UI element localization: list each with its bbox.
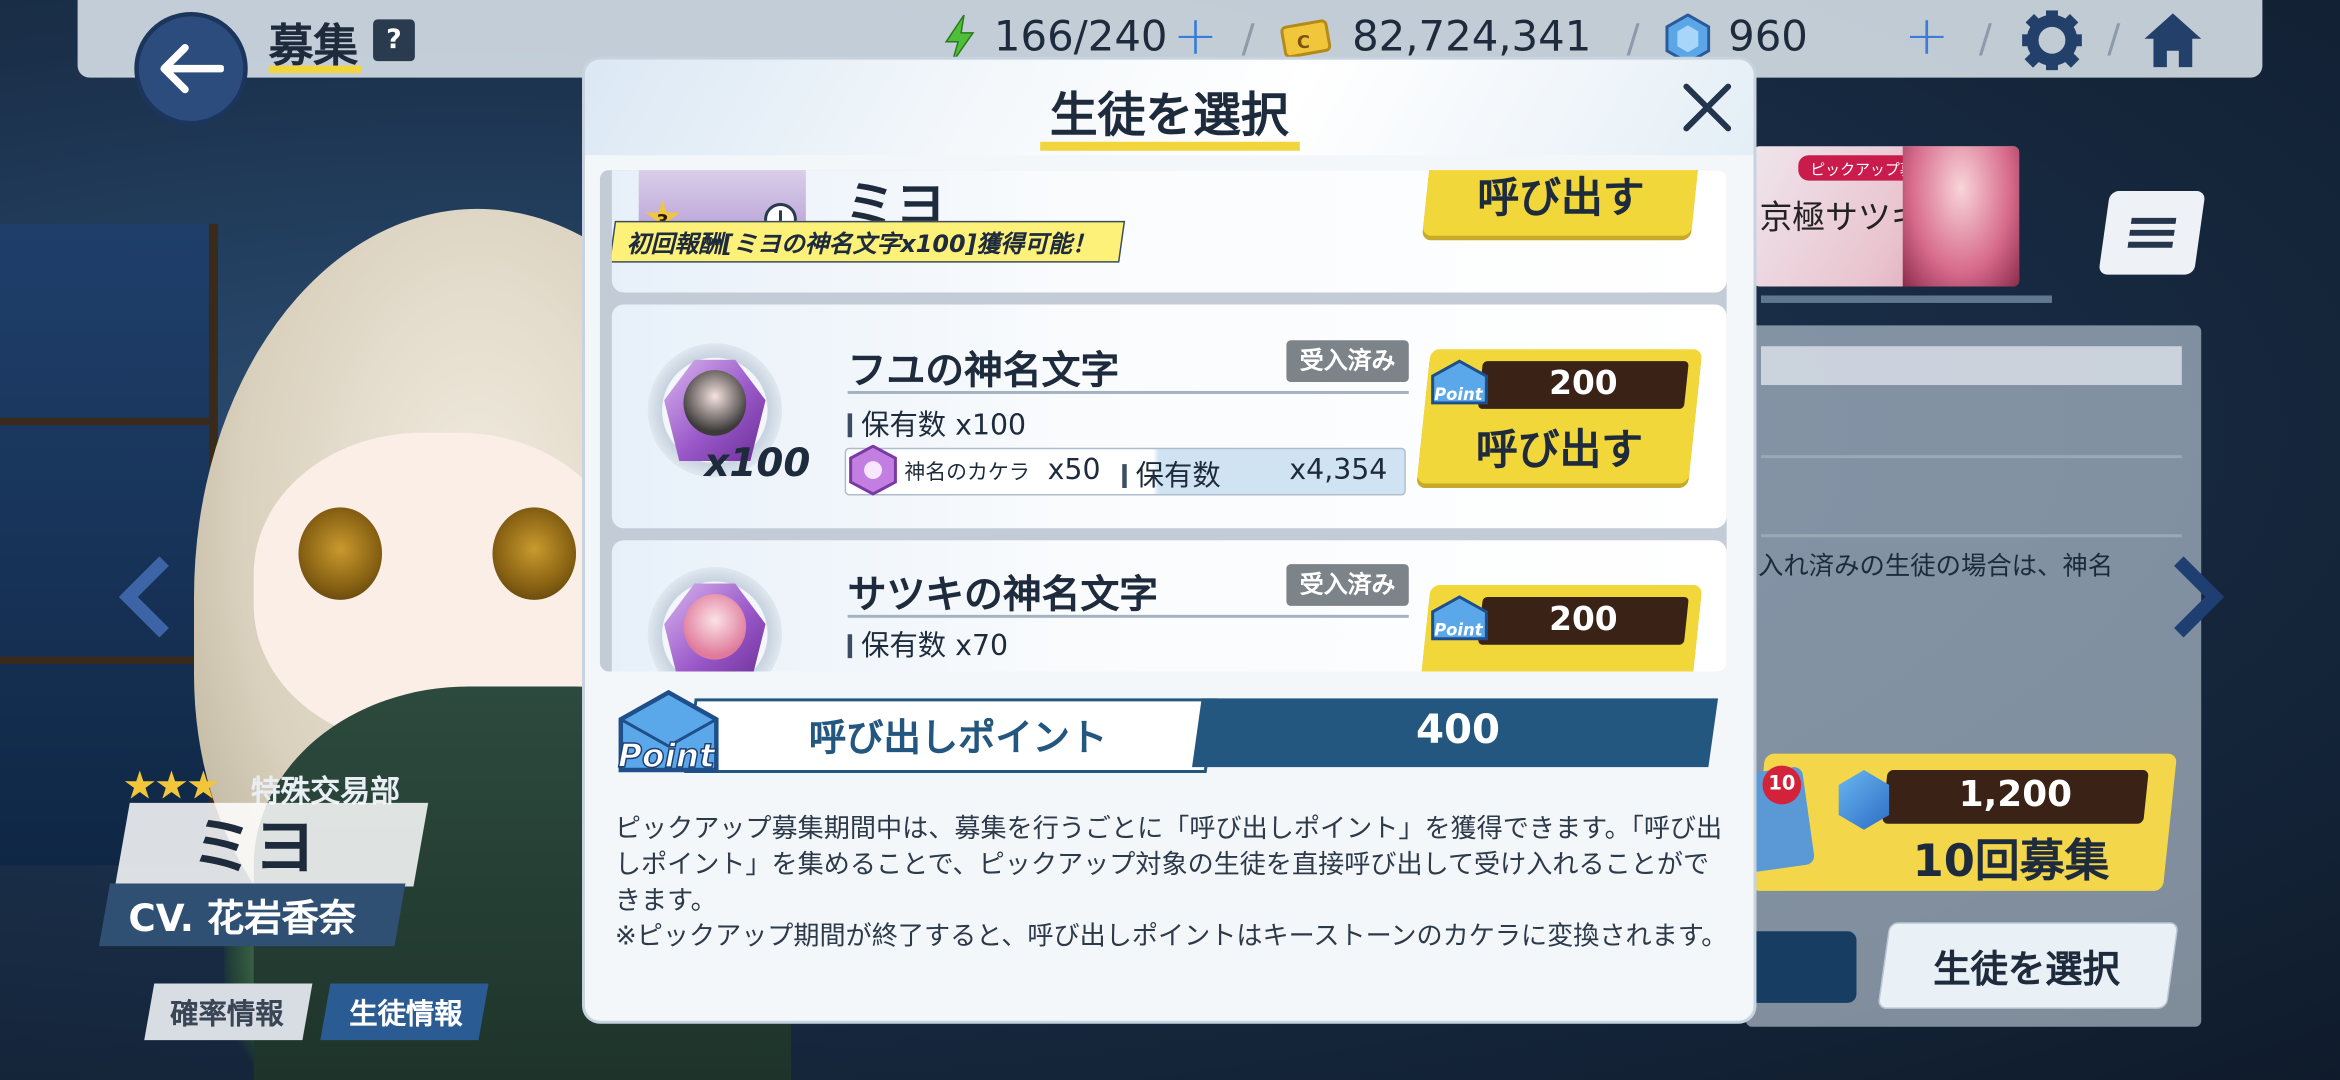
ap-add-button[interactable]: +	[1173, 6, 1218, 67]
student-card-miyo: 3 ミヨ 初回報酬[ミヨの神名文字x100]獲得可能！ 呼び出す	[611, 170, 1727, 293]
credit-coin-icon: C	[1280, 19, 1332, 59]
modal-title: 生徒を選択	[1049, 86, 1289, 144]
owned-count: 保有数 x70	[847, 624, 1008, 664]
ten-pull-label: 10回募集	[1912, 835, 2110, 888]
pyroxene-gem-icon	[1665, 13, 1711, 65]
description-paragraph: ピックアップ募集期間中は、募集を行うごとに「呼び出しポイント」を獲得できます。「…	[614, 814, 1723, 917]
fragment-owned-label: 保有数	[1122, 454, 1221, 494]
point-envelope-icon: Point	[1431, 359, 1488, 405]
divider: /	[1626, 17, 1640, 63]
info-divider	[1760, 455, 2182, 459]
status-badge: 受入済み	[1286, 564, 1409, 606]
help-button[interactable]: ?	[373, 19, 415, 62]
ticket-count-badge: 10	[1762, 765, 1802, 805]
character-eye-left	[298, 507, 383, 600]
fragment-owned-count: x4,354	[1289, 453, 1388, 487]
student-card-satsuki: サツキの神名文字 受入済み 保有数 x70 200 Point	[611, 540, 1727, 672]
point-icon-label: Point	[618, 737, 716, 775]
home-icon[interactable]	[2140, 9, 2206, 72]
point-icon-label: Point	[1434, 385, 1484, 404]
banner-scroll-indicator	[1760, 295, 2052, 303]
divider: /	[2107, 17, 2121, 63]
pyroxene-add-button[interactable]: +	[1904, 6, 1949, 67]
modal-title-underline	[1040, 141, 1300, 151]
eleph-fragment-icon	[849, 444, 897, 496]
menu-icon	[2127, 217, 2177, 248]
description: ピックアップ募集期間中は、募集を行うごとに「呼び出しポイント」を獲得できます。「…	[615, 812, 1728, 955]
menu-button[interactable]	[2098, 191, 2206, 275]
point-price: 200	[1549, 601, 1618, 639]
close-icon[interactable]	[1677, 78, 1737, 138]
select-student-label: 生徒を選択	[1933, 947, 2120, 991]
divider-line	[847, 390, 1409, 394]
owned-count: 保有数 x100	[847, 403, 1026, 443]
first-reward-text: 初回報酬[ミヨの神名文字x100]獲得可能！	[626, 229, 1096, 259]
description-note: ※ピックアップ期間が終了すると、呼び出しポイントはキーストーンのカケラに変換され…	[614, 922, 1728, 953]
points-value: 400	[1415, 707, 1501, 754]
credit-counter: 82,724,341	[1352, 11, 1592, 62]
summon-label: 呼び出す	[1475, 425, 1644, 475]
student-card-fuyu: x100 フユの神名文字 受入済み 保有数 x100 神名のカケラ x50 保有…	[611, 304, 1727, 529]
single-pull-button[interactable]	[1749, 931, 1857, 1003]
info-panel-stripe	[1760, 346, 2182, 386]
character-eye-right	[492, 507, 577, 600]
fragment-label: 神名のカケラ	[904, 461, 1030, 486]
voice-actor: CV. 花岩香奈	[128, 896, 357, 941]
summon-label: 呼び出す	[1477, 173, 1645, 223]
back-arrow-icon	[160, 44, 224, 94]
info-notice-text: 入れ済みの生徒の場合は、神名	[1757, 552, 2114, 583]
divider: /	[1241, 17, 1255, 63]
character-name: ミヨ	[191, 810, 317, 884]
svg-text:C: C	[1297, 32, 1310, 53]
select-student-modal: 生徒を選択 3 ミヨ 初回報酬[ミヨの神名文字x100]獲得可能！ 呼び出す	[585, 59, 1754, 1021]
point-icon-label: Point	[1434, 621, 1484, 640]
point-price: 200	[1549, 365, 1618, 403]
banner-character-image	[1902, 146, 2020, 287]
back-button[interactable]	[134, 11, 248, 126]
point-envelope-icon: Point	[1431, 595, 1488, 641]
eleph-quantity: x100	[704, 441, 811, 487]
divider-line	[847, 614, 1409, 618]
info-divider	[1760, 534, 2182, 538]
eleph-name: フユの神名文字	[847, 349, 1120, 394]
eleph-portrait	[647, 567, 782, 672]
next-banner-arrow-icon[interactable]	[2167, 552, 2227, 664]
prev-banner-arrow-icon[interactable]	[116, 552, 176, 664]
status-badge: 受入済み	[1286, 340, 1409, 383]
student-list[interactable]: 3 ミヨ 初回報酬[ミヨの神名文字x100]獲得可能！ 呼び出す x100 フユ	[599, 170, 1727, 672]
tab-probability-label: 確率情報	[170, 998, 284, 1032]
fragment-cost: x50	[1047, 453, 1101, 487]
ten-pull-price: 1,200	[1958, 773, 2073, 815]
points-label: 呼び出しポイント	[808, 716, 1108, 760]
tab-student-info-label: 生徒情報	[349, 998, 463, 1032]
game-screen: 入れ済みの生徒の場合は、神名 ピックアップ募集 京極サツキは諦めない 1,200…	[0, 0, 2340, 1080]
eleph-name: サツキの神名文字	[847, 573, 1159, 618]
divider: /	[1978, 17, 1992, 63]
ap-counter: 166/240	[993, 11, 1168, 62]
eleph-character-face	[683, 370, 747, 436]
page-title-underline	[268, 65, 362, 74]
eleph-character-face	[683, 593, 747, 660]
pickup-banner[interactable]: ピックアップ募集 京極サツキは諦めない	[1753, 146, 2020, 287]
call-points-row: Point 呼び出しポイント 400	[615, 689, 1719, 776]
ap-lightning-icon	[944, 14, 975, 63]
pyroxene-counter: 960	[1728, 11, 1808, 62]
settings-gear-icon[interactable]	[2021, 9, 2084, 72]
